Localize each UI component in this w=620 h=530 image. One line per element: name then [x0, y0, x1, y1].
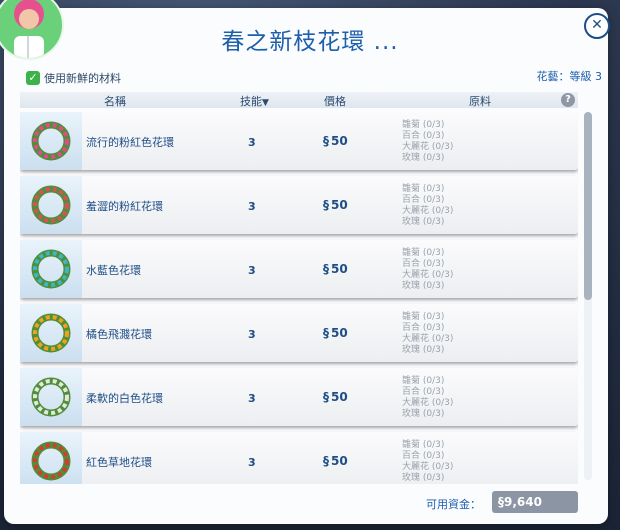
fresh-ingredients-label: 使用新鮮的材料 — [44, 72, 121, 85]
recipe-name: 羞澀的粉紅花環 — [86, 200, 163, 213]
recipe-thumbnail — [20, 432, 82, 484]
recipe-name: 流行的粉紅色花環 — [86, 136, 174, 149]
recipe-name: 柔軟的白色花環 — [86, 392, 163, 405]
wreath-icon — [31, 185, 71, 225]
wreath-icon — [31, 441, 71, 481]
simoleon-icon: § — [323, 262, 329, 276]
wreath-icon — [31, 377, 71, 417]
simoleon-icon: § — [323, 390, 329, 404]
column-header-ingredients: 原料 — [469, 95, 491, 108]
recipe-name: 紅色草地花環 — [86, 456, 152, 469]
recipe-price: § 50 — [323, 134, 348, 148]
recipe-row[interactable]: 柔軟的白色花環 3 § 50 雛菊 (0/3) 百合 (0/3) 大麗花 (0/3) 玫… — [20, 368, 578, 426]
recipe-price: § 50 — [323, 262, 348, 276]
list-scrollbar[interactable] — [584, 112, 592, 480]
ingredient-list: 雛菊 (0/3) 百合 (0/3) 大麗花 (0/3) 玫瑰 (0/3) — [402, 120, 454, 163]
recipe-name: 水藍色花環 — [86, 264, 141, 277]
recipe-thumbnail — [20, 176, 82, 234]
column-header-name[interactable]: 名稱 — [104, 93, 126, 109]
ingredient-list: 雛菊 (0/3) 百合 (0/3) 大麗花 (0/3) 玫瑰 (0/3) — [402, 248, 454, 291]
close-button[interactable]: ✕ — [584, 13, 610, 39]
ingredient-list: 雛菊 (0/3) 百合 (0/3) 大麗花 (0/3) 玫瑰 (0/3) — [402, 184, 454, 227]
ingredient-list: 雛菊 (0/3) 百合 (0/3) 大麗花 (0/3) 玫瑰 (0/3) — [402, 440, 454, 483]
help-icon[interactable]: ? — [561, 93, 575, 107]
recipe-thumbnail — [20, 304, 82, 362]
sort-desc-icon: ▼ — [262, 98, 269, 108]
column-header-skill[interactable]: 技能▼ — [240, 93, 269, 109]
funds-label: 可用資金： — [426, 498, 481, 511]
funds-display: §9,640 — [492, 491, 578, 513]
skill-level-label: 花藝：等級 3 — [536, 70, 603, 83]
recipe-row[interactable]: 羞澀的粉紅花環 3 § 50 雛菊 (0/3) 百合 (0/3) 大麗花 (0/3) 玫… — [20, 176, 578, 234]
simoleon-icon: § — [323, 134, 329, 148]
wreath-icon — [31, 121, 71, 161]
fresh-ingredients-toggle[interactable]: ✓ 使用新鮮的材料 — [26, 70, 121, 86]
recipe-row[interactable]: 橘色飛濺花環 3 § 50 雛菊 (0/3) 百合 (0/3) 大麗花 (0/3) 玫瑰… — [20, 304, 578, 362]
recipe-thumbnail — [20, 240, 82, 298]
checkmark-icon[interactable]: ✓ — [26, 71, 40, 85]
recipe-skill: 3 — [248, 264, 256, 277]
wreath-icon — [31, 313, 71, 353]
simoleon-icon: § — [323, 454, 329, 468]
recipe-skill: 3 — [248, 136, 256, 149]
recipe-thumbnail — [20, 368, 82, 426]
recipe-price: § 50 — [323, 390, 348, 404]
ingredient-list: 雛菊 (0/3) 百合 (0/3) 大麗花 (0/3) 玫瑰 (0/3) — [402, 376, 454, 419]
recipe-row[interactable]: 流行的粉紅色花環 3 § 50 雛菊 (0/3) 百合 (0/3) 大麗花 (0/3)… — [20, 112, 578, 170]
column-header-price[interactable]: 價格 — [324, 93, 346, 109]
wreath-icon — [31, 249, 71, 289]
recipe-skill: 3 — [248, 200, 256, 213]
recipe-price: § 50 — [323, 326, 348, 340]
ingredient-list: 雛菊 (0/3) 百合 (0/3) 大麗花 (0/3) 玫瑰 (0/3) — [402, 312, 454, 355]
simoleon-icon: § — [323, 198, 329, 212]
scrollbar-thumb[interactable] — [584, 112, 592, 300]
dialog-title: 春之新枝花環 ... — [221, 29, 399, 55]
recipe-skill: 3 — [248, 328, 256, 341]
funds-value: 9,640 — [504, 495, 542, 509]
recipe-skill: 3 — [248, 392, 256, 405]
table-header: 名稱 技能▼ 價格 原料 — [20, 92, 578, 108]
recipe-name: 橘色飛濺花環 — [86, 328, 152, 341]
simoleon-icon: § — [323, 326, 329, 340]
recipe-price: § 50 — [323, 454, 348, 468]
recipe-thumbnail — [20, 112, 82, 170]
recipe-skill: 3 — [248, 456, 256, 469]
close-icon: ✕ — [591, 17, 603, 33]
recipe-row[interactable]: 水藍色花環 3 § 50 雛菊 (0/3) 百合 (0/3) 大麗花 (0/3) 玫瑰 … — [20, 240, 578, 298]
recipe-row[interactable]: 紅色草地花環 3 § 50 雛菊 (0/3) 百合 (0/3) 大麗花 (0/3) 玫瑰… — [20, 432, 578, 484]
recipe-list: 流行的粉紅色花環 3 § 50 雛菊 (0/3) 百合 (0/3) 大麗花 (0/3)… — [20, 112, 578, 484]
recipe-price: § 50 — [323, 198, 348, 212]
